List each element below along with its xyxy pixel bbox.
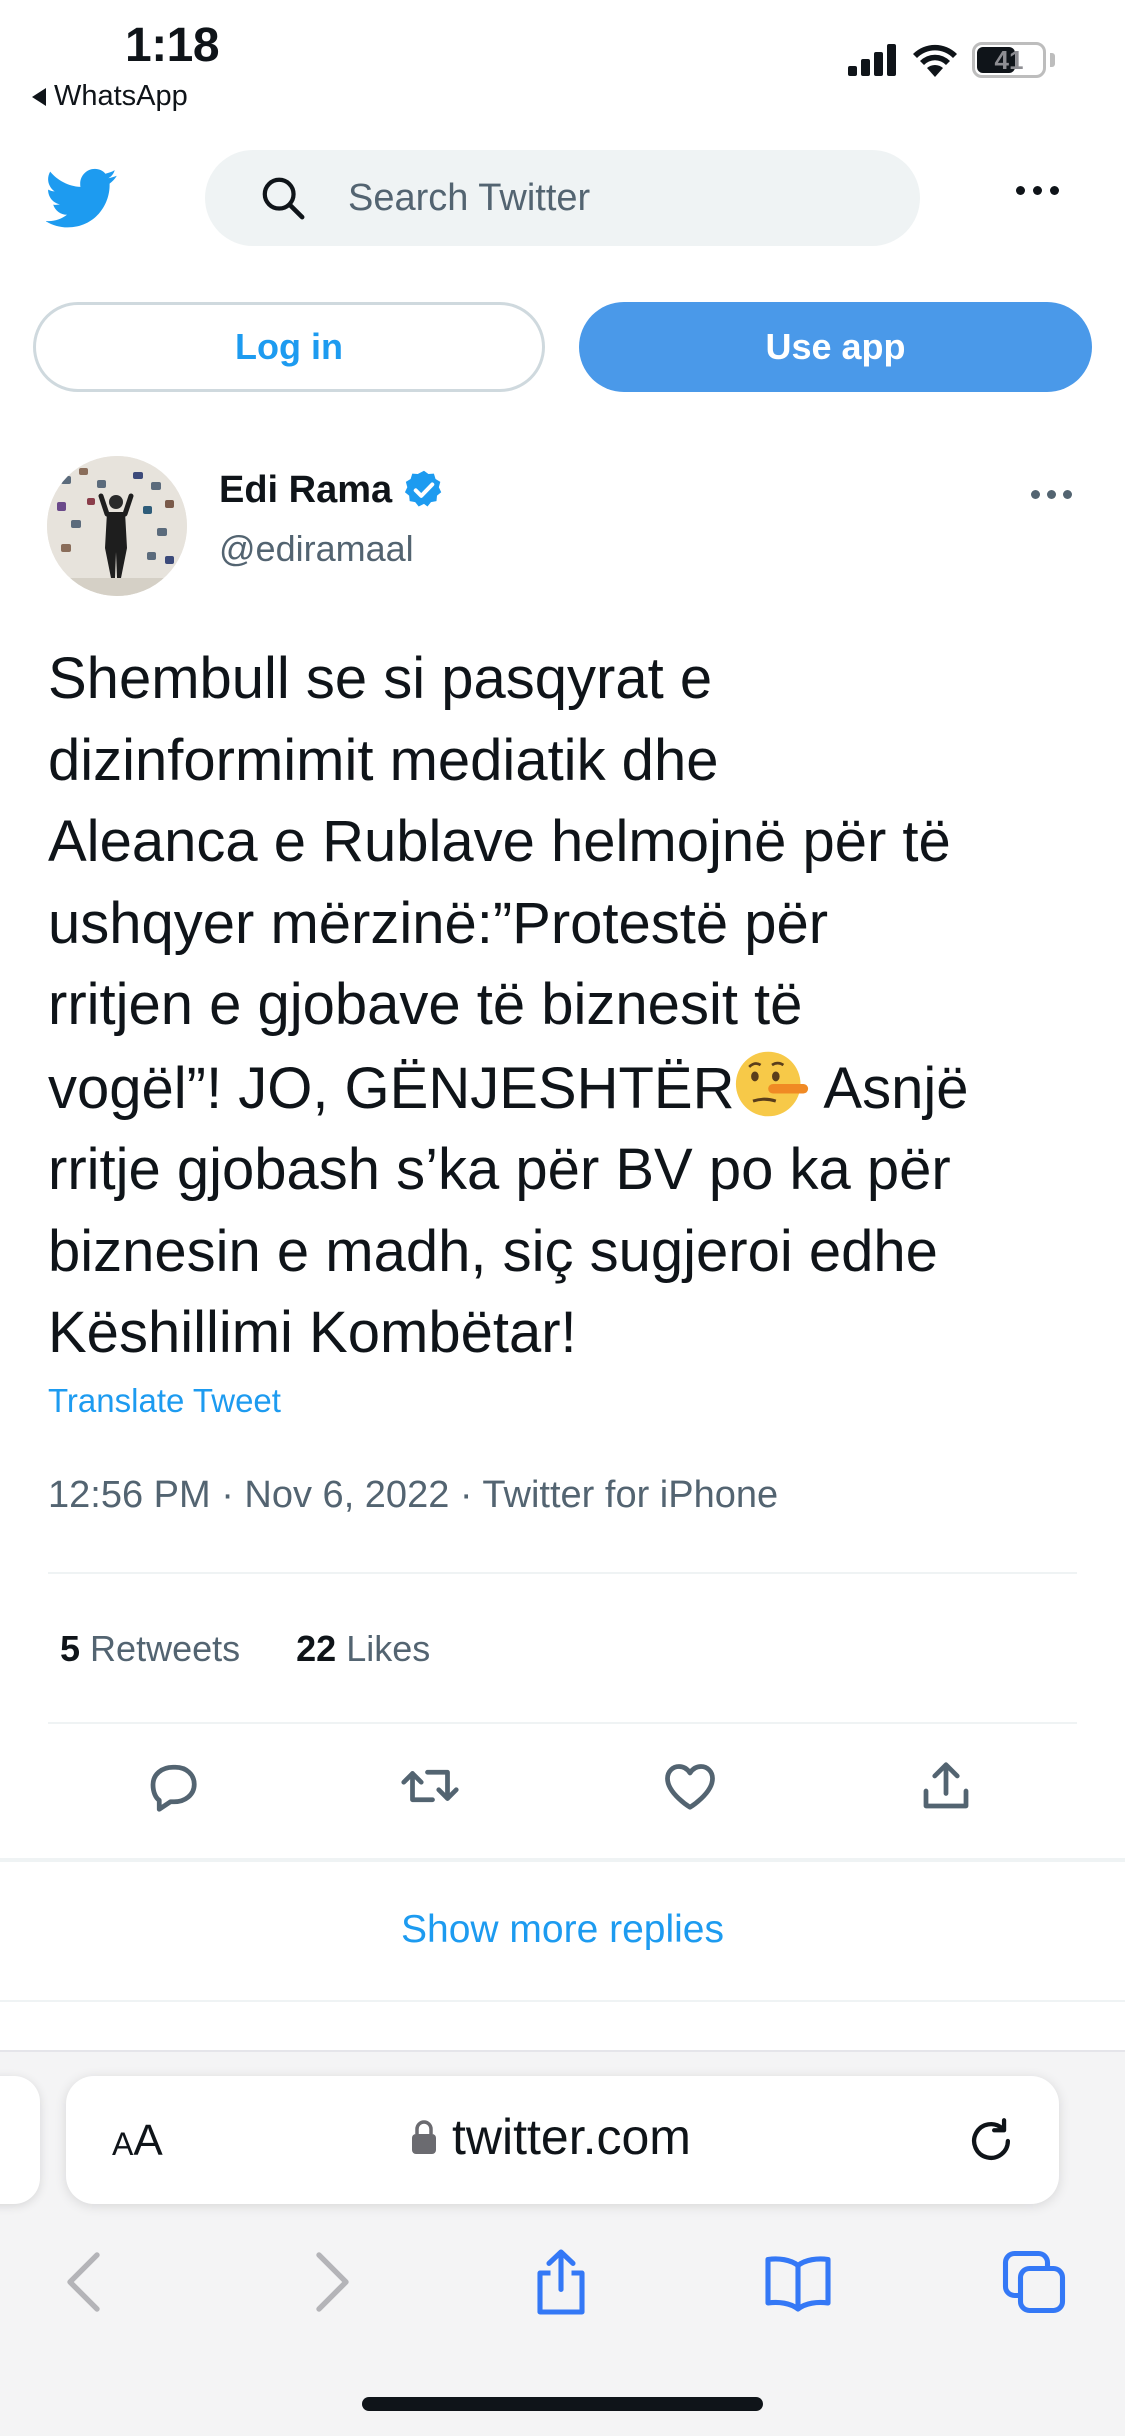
likes-stat[interactable]: 22 Likes <box>296 1628 430 1670</box>
retweets-stat[interactable]: 5 Retweets <box>60 1628 240 1670</box>
reply-icon[interactable] <box>143 1756 203 1816</box>
tweet-stats: 5 Retweets 22 Likes <box>60 1628 430 1670</box>
author-handle[interactable]: @ediramaal <box>219 528 414 570</box>
battery-level: 41 <box>994 44 1024 75</box>
battery-icon: 41 <box>972 42 1046 78</box>
tabs-icon[interactable] <box>998 2246 1070 2318</box>
home-indicator[interactable] <box>362 2397 763 2411</box>
likes-count: 22 <box>296 1628 337 1669</box>
section-divider <box>0 1858 1125 1862</box>
author-name[interactable]: Edi Rama <box>219 468 446 512</box>
divider <box>48 1572 1077 1574</box>
translate-tweet-link[interactable]: Translate Tweet <box>48 1382 281 1420</box>
twitter-bird-icon[interactable] <box>46 162 118 234</box>
share-icon[interactable] <box>916 1756 976 1816</box>
login-button[interactable]: Log in <box>33 302 545 392</box>
search-box[interactable] <box>205 150 920 246</box>
back-app-label: WhatsApp <box>54 80 188 112</box>
share-sheet-icon[interactable] <box>525 2246 597 2318</box>
show-more-replies-link[interactable]: Show more replies <box>0 1908 1125 1952</box>
tweet-more-button[interactable] <box>1031 490 1072 499</box>
retweets-label: Retweets <box>90 1628 241 1669</box>
likes-label: Likes <box>346 1628 431 1669</box>
reload-icon[interactable] <box>964 2114 1018 2168</box>
status-time: 1:18 <box>125 19 220 72</box>
use-app-button[interactable]: Use app <box>579 302 1092 392</box>
url-text: twitter.com <box>452 2109 691 2165</box>
avatar-image <box>47 456 187 596</box>
more-dots-icon <box>1031 490 1040 499</box>
lock-icon <box>412 2120 436 2154</box>
forward-chevron-icon[interactable] <box>292 2246 364 2318</box>
back-chevron-icon[interactable] <box>52 2246 124 2318</box>
aa-small: A <box>112 2126 134 2162</box>
search-icon <box>262 177 305 220</box>
reader-text-size-button[interactable]: AA <box>112 2116 163 2166</box>
more-dots-icon <box>1016 186 1025 195</box>
avatar[interactable] <box>47 456 187 596</box>
status-icons: 41 <box>848 42 1055 78</box>
author-name-text: Edi Rama <box>219 468 393 511</box>
divider <box>48 1722 1077 1724</box>
tweet-meta: 12:56 PM · Nov 6, 2022 · Twitter for iPh… <box>48 1474 779 1516</box>
verified-badge-icon <box>405 470 442 507</box>
tweet-text-part1: Shembull se si pasqyrat e dizinformimit … <box>48 646 951 1121</box>
wifi-icon <box>913 44 957 77</box>
like-heart-icon[interactable] <box>660 1756 720 1816</box>
lying-face-emoji-icon <box>736 1051 809 1116</box>
more-options-button[interactable] <box>1016 186 1059 195</box>
tweet-text: Shembull se si pasqyrat e dizinformimit … <box>48 638 1098 1374</box>
retweet-icon[interactable] <box>400 1756 460 1816</box>
aa-large: A <box>133 2116 163 2165</box>
back-arrow-icon <box>32 87 46 106</box>
tweet-actions <box>48 1756 1077 1836</box>
back-to-app-link[interactable]: WhatsApp <box>32 80 188 113</box>
search-input[interactable] <box>348 176 868 220</box>
retweets-count: 5 <box>60 1628 81 1669</box>
url-display[interactable]: twitter.com <box>410 2108 691 2166</box>
divider <box>0 2000 1125 2002</box>
bookmarks-icon[interactable] <box>762 2246 834 2318</box>
previous-tab-preview[interactable] <box>0 2076 40 2204</box>
cellular-signal-icon <box>848 44 896 76</box>
